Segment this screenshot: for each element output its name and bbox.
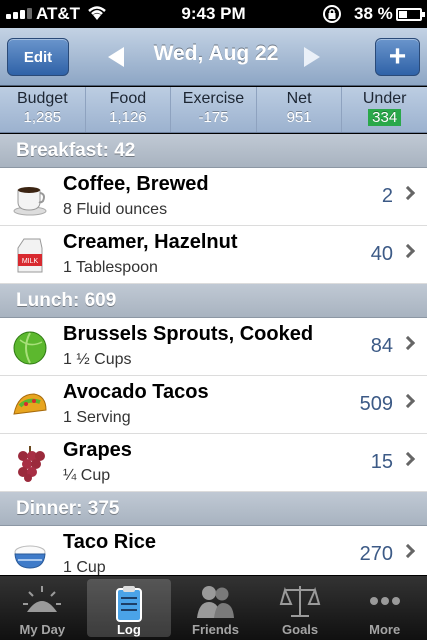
food-portion: 1 ½ Cups [63, 351, 132, 368]
battery-percentage: 38 % [354, 4, 393, 23]
chevron-right-icon [400, 335, 416, 351]
food-portion: 8 Fluid ounces [63, 201, 168, 218]
summary-value: 1,285 [23, 109, 62, 126]
svg-text:MILK: MILK [22, 258, 39, 265]
summary-label: Exercise [182, 90, 245, 107]
tab-label: My Day [19, 622, 66, 637]
next-day-arrow-icon[interactable] [304, 47, 320, 67]
date-title: Wed, Aug 22 [153, 42, 279, 65]
summary-budget: Budget 1,285 [0, 87, 86, 132]
rotation-lock-icon [323, 5, 341, 23]
clipboard-icon [115, 586, 142, 622]
add-food-button[interactable]: + [375, 38, 420, 76]
tab-log[interactable]: Log [86, 579, 172, 637]
coffee-icon [13, 187, 47, 216]
food-name: Taco Rice [63, 531, 156, 553]
chevron-right-icon [400, 185, 416, 201]
food-calories: 509 [359, 393, 393, 415]
summary-value: 1,126 [109, 109, 147, 126]
summary-net: Net 951 [257, 87, 343, 132]
under-badge: 334 [368, 109, 402, 126]
sunrise-icon [23, 586, 62, 612]
status-bar: AT&T 9:43 PM 38 % [0, 0, 427, 28]
tab-label: Goals [282, 622, 319, 637]
food-calories: 270 [359, 543, 393, 565]
tab-friends[interactable]: Friends [173, 576, 258, 640]
tab-more[interactable]: More [342, 576, 427, 640]
food-name: Creamer, Hazelnut [63, 231, 238, 253]
battery-icon [396, 8, 425, 21]
tab-bar: My Day Log Friends Goals More [0, 575, 427, 640]
food-portion: ¼ Cup [63, 467, 111, 484]
scale-icon [279, 586, 321, 617]
summary-label: Net [286, 90, 312, 107]
chevron-right-icon [400, 243, 416, 259]
food-portion: 1 Serving [63, 409, 131, 426]
summary-under: Under 334 [342, 87, 427, 132]
tab-my-day[interactable]: My Day [0, 576, 85, 640]
food-row[interactable]: Avocado Tacos 1 Serving 509 [0, 376, 427, 434]
food-row[interactable]: Brussels Sprouts, Cooked 1 ½ Cups 84 [0, 318, 427, 376]
food-row[interactable]: Taco Rice 1 Cup 270 [0, 526, 427, 575]
previous-day-arrow-icon[interactable] [108, 47, 124, 67]
more-dots-icon [369, 597, 400, 605]
food-calories: 40 [370, 243, 393, 265]
summary-label: Under [362, 90, 407, 107]
tab-label: Friends [192, 622, 239, 637]
summary-exercise: Exercise -175 [171, 87, 257, 132]
chevron-right-icon [400, 543, 416, 559]
food-name: Brussels Sprouts, Cooked [63, 323, 314, 345]
food-row[interactable]: Grapes ¼ Cup 15 [0, 434, 427, 492]
chevron-right-icon [400, 451, 416, 467]
tab-label: More [369, 622, 401, 637]
summary-label: Budget [16, 90, 68, 107]
food-calories: 15 [370, 451, 393, 473]
chevron-right-icon [400, 393, 416, 409]
rice-bowl-icon [14, 545, 46, 569]
meal-header-dinner: Dinner: 375 [0, 492, 427, 526]
taco-icon [13, 393, 47, 415]
grapes-icon [18, 446, 45, 482]
navigation-bar: Edit Wed, Aug 22 + [0, 28, 427, 86]
food-row[interactable]: MILK Creamer, Hazelnut 1 Tablespoon 40 [0, 226, 427, 284]
food-calories: 2 [381, 185, 393, 207]
food-calories: 84 [370, 335, 393, 357]
calorie-summary: Budget 1,285 Food 1,126 Exercise -175 Ne… [0, 87, 427, 133]
food-row[interactable]: Coffee, Brewed 8 Fluid ounces 2 [0, 168, 427, 226]
friends-icon [197, 586, 235, 618]
summary-label: Food [109, 90, 147, 107]
summary-value: 951 [286, 109, 312, 126]
meal-header-lunch: Lunch: 609 [0, 284, 427, 318]
food-name: Coffee, Brewed [63, 173, 209, 195]
food-log-list[interactable]: Breakfast: 42 Coffee, Brewed 8 Fluid oun… [0, 134, 427, 575]
edit-button[interactable]: Edit [7, 38, 69, 76]
tab-goals[interactable]: Goals [258, 576, 343, 640]
milk-carton-icon: MILK [17, 238, 43, 273]
tab-label: Log [116, 622, 141, 637]
meal-header-breakfast: Breakfast: 42 [0, 134, 427, 168]
summary-value: -175 [198, 109, 229, 126]
lettuce-icon [13, 331, 47, 365]
food-name: Avocado Tacos [63, 381, 209, 403]
food-portion: 1 Tablespoon [63, 259, 158, 276]
food-name: Grapes [63, 439, 132, 461]
summary-food: Food 1,126 [86, 87, 172, 132]
food-portion: 1 Cup [63, 559, 106, 575]
